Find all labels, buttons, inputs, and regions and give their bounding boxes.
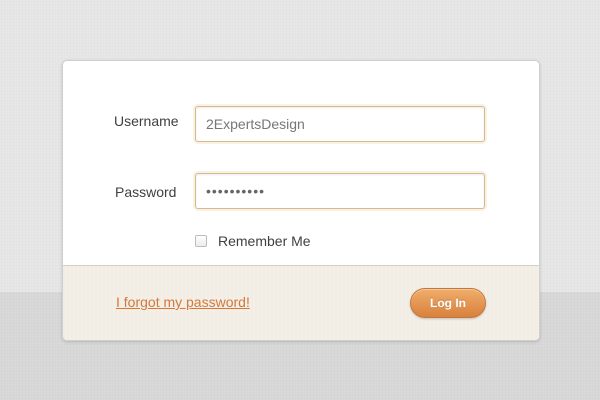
login-card: Username Password Remember Me I forgot m…: [62, 60, 540, 341]
username-input[interactable]: [195, 106, 485, 142]
login-button[interactable]: Log In: [410, 288, 486, 318]
login-footer: I forgot my password! Log In: [63, 265, 539, 340]
remember-me-row[interactable]: Remember Me: [195, 233, 311, 249]
forgot-password-link[interactable]: I forgot my password!: [116, 294, 250, 310]
remember-me-checkbox[interactable]: [195, 235, 207, 247]
username-label: Username: [114, 113, 179, 129]
remember-me-label[interactable]: Remember Me: [218, 233, 311, 249]
password-input[interactable]: [195, 173, 485, 209]
password-label: Password: [115, 184, 177, 200]
